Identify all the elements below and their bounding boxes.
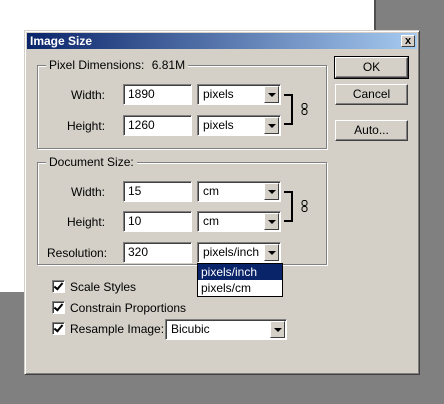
resolution-unit: pixels/inch [203,245,260,259]
doc-height-unit-select[interactable]: cm [197,211,281,232]
pixel-dimensions-heading: Pixel Dimensions: 6.81M [46,58,189,72]
resolution-label: Resolution: [47,246,108,260]
resolution-unit-dropdown: pixels/inch pixels/cm [197,263,283,297]
image-size-dialog: Image Size x Pixel Dimensions: 6.81M Wid… [24,30,420,375]
cancel-button[interactable]: Cancel [335,84,408,105]
resample-image-option[interactable]: Resample Image: [52,321,167,337]
doc-constrain-bracket [284,191,293,222]
dropdown-option-pixels-inch[interactable]: pixels/inch [198,264,282,280]
pixel-height-label: Height: [67,119,106,133]
constrain-proportions-label: Constrain Proportions [70,301,187,315]
pixel-width-label: Width: [71,88,106,102]
dialog-title: Image Size [30,34,93,48]
document-size-label: Document Size: [49,155,134,169]
constrain-proportions-option[interactable]: Constrain Proportions [52,300,212,316]
ok-button[interactable]: OK [334,56,409,79]
pixel-width-input[interactable]: 1890 [123,84,192,105]
pixel-height-unit: pixels [203,118,234,132]
pixel-constrain-bracket [284,94,293,125]
chevron-down-icon[interactable] [264,183,279,200]
pixel-height-unit-select[interactable]: pixels [197,115,281,136]
chevron-down-icon[interactable] [264,86,279,103]
doc-height-value: 10 [128,214,142,228]
doc-height-unit: cm [203,214,219,228]
document-size-heading: Document Size: [46,155,137,169]
scale-styles-label: Scale Styles [70,280,137,294]
resample-method-select[interactable]: Bicubic [165,319,287,340]
scale-styles-option[interactable]: Scale Styles [52,279,192,295]
resolution-value: 320 [128,245,149,259]
doc-width-unit: cm [203,184,219,198]
resolution-unit-select[interactable]: pixels/inch [197,242,281,263]
pixel-height-value: 1260 [128,118,155,132]
close-icon: x [404,35,412,47]
chevron-down-icon[interactable] [264,244,279,261]
doc-width-label: Width: [71,185,106,199]
doc-width-value: 15 [128,184,142,198]
pixel-dimensions-label: Pixel Dimensions: [49,58,145,72]
pixel-width-unit-select[interactable]: pixels [197,84,281,105]
constrain-proportions-checkbox[interactable] [52,301,65,314]
doc-height-label: Height: [67,215,106,229]
title-bar[interactable]: Image Size x [27,33,417,49]
chevron-down-icon[interactable] [264,213,279,230]
resample-image-label: Resample Image: [70,322,165,336]
doc-width-unit-select[interactable]: cm [197,181,281,202]
pixel-width-value: 1890 [128,87,155,101]
resample-method: Bicubic [171,322,210,336]
chevron-down-icon[interactable] [270,321,285,338]
doc-height-input[interactable]: 10 [123,211,192,232]
dropdown-option-pixels-cm[interactable]: pixels/cm [198,280,282,296]
pixel-dimensions-size: 6.81M [151,58,186,72]
resample-image-checkbox[interactable] [52,322,65,335]
resolution-input[interactable]: 320 [123,242,192,263]
close-button[interactable]: x [401,35,415,47]
pixel-width-unit: pixels [203,87,234,101]
doc-width-input[interactable]: 15 [123,181,192,202]
scale-styles-checkbox[interactable] [52,280,65,293]
auto-button[interactable]: Auto... [335,120,408,141]
chain-link-icon [301,200,308,212]
chevron-down-icon[interactable] [264,117,279,134]
chain-link-icon [301,103,308,115]
pixel-height-input[interactable]: 1260 [123,115,192,136]
